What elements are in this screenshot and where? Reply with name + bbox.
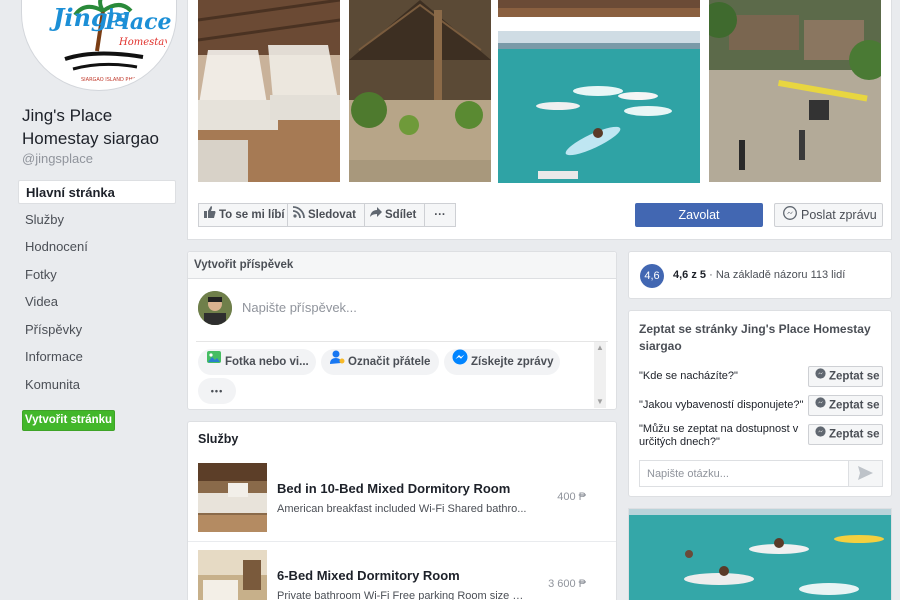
nav-item-services[interactable]: Služby bbox=[18, 208, 176, 236]
featured-photo[interactable] bbox=[628, 508, 892, 600]
follow-button[interactable]: Sledovat bbox=[287, 203, 365, 227]
ask-button[interactable]: Zeptat se bbox=[808, 366, 883, 387]
messenger-icon bbox=[815, 396, 826, 415]
services-title[interactable]: Služby bbox=[198, 432, 238, 446]
get-messages-chip[interactable]: Získejte zprávy bbox=[444, 349, 560, 375]
service-thumbnail[interactable] bbox=[198, 463, 267, 532]
page-nav: Hlavní stránka Služby Hodnocení Fotky Vi… bbox=[18, 180, 176, 400]
service-item[interactable]: 6-Bed Mixed Dormitory Room Private bathr… bbox=[188, 550, 616, 600]
cover-photo-dormitory[interactable] bbox=[198, 0, 340, 182]
composer-title: Vytvořit příspěvek bbox=[188, 252, 616, 279]
page-logo[interactable]: Jing's Place Homestay SIARGAO ISLAND PHI… bbox=[22, 0, 176, 90]
messenger-icon bbox=[815, 425, 826, 444]
services-section: Služby Bed in 10-Bed Mixed Dormitory Roo… bbox=[187, 421, 617, 600]
messenger-icon bbox=[452, 349, 468, 375]
composer-scrollbar[interactable]: ▲ ▼ bbox=[594, 342, 606, 408]
logo-text-line3: Homestay bbox=[118, 37, 170, 48]
like-button-label: To se mi líbí bbox=[219, 209, 285, 222]
nav-item-about[interactable]: Informace bbox=[18, 345, 176, 373]
question-text: "Kde se nacházíte?" bbox=[639, 370, 738, 382]
photo-video-label: Fotka nebo vi... bbox=[225, 356, 309, 369]
service-item[interactable]: Bed in 10-Bed Mixed Dormitory Room Ameri… bbox=[188, 463, 616, 543]
composer-input[interactable]: Napište příspěvek... bbox=[242, 300, 357, 315]
cover-photo-hut[interactable] bbox=[349, 0, 491, 182]
question-text: "Jakou vybaveností disponujete?" bbox=[639, 399, 804, 411]
more-options-chip[interactable]: ••• bbox=[198, 378, 236, 404]
ask-button[interactable]: Zeptat se bbox=[808, 395, 883, 416]
rating-basis: · Na základě názoru 113 lidí bbox=[709, 269, 846, 281]
nav-item-posts[interactable]: Příspěvky bbox=[18, 318, 176, 346]
ask-button-label: Zeptat se bbox=[829, 428, 880, 441]
service-thumbnail[interactable] bbox=[198, 550, 267, 600]
rating-summary: 4,6 z 5 · Na základě názoru 113 lidí bbox=[673, 269, 845, 281]
ask-button-label: Zeptat se bbox=[829, 370, 880, 383]
ask-title: Zeptat se stránky Jing's Place Homestay … bbox=[639, 322, 871, 353]
follow-button-label: Sledovat bbox=[308, 209, 356, 222]
post-composer: Vytvořit příspěvek Napište příspěvek... … bbox=[187, 251, 617, 410]
nav-item-photos[interactable]: Fotky bbox=[18, 263, 176, 291]
create-page-button[interactable]: Vytvořit stránku bbox=[22, 410, 115, 431]
service-description: American breakfast included Wi-Fi Shared… bbox=[277, 503, 527, 515]
service-name: 6-Bed Mixed Dormitory Room bbox=[277, 568, 460, 583]
tag-friends-label: Označit přátele bbox=[348, 356, 431, 369]
divider bbox=[188, 541, 616, 542]
cover-photos: To se mi líbí Sledovat Sdílet ··· Zavola… bbox=[187, 0, 892, 240]
rating-card[interactable]: 4,6 4,6 z 5 · Na základě názoru 113 lidí bbox=[628, 251, 892, 299]
ask-page-card: Zeptat se stránky Jing's Place Homestay … bbox=[628, 310, 892, 497]
question-input-wrapper bbox=[639, 460, 883, 487]
send-message-label: Poslat zprávu bbox=[801, 208, 877, 222]
nav-item-community[interactable]: Komunita bbox=[18, 373, 176, 401]
send-icon bbox=[858, 466, 873, 485]
nav-item-reviews[interactable]: Hodnocení bbox=[18, 235, 176, 263]
like-button[interactable]: To se mi líbí bbox=[198, 203, 288, 227]
messenger-icon bbox=[783, 205, 797, 227]
scroll-up-icon[interactable]: ▲ bbox=[594, 342, 606, 354]
question-input[interactable] bbox=[640, 461, 848, 486]
nav-item-home[interactable]: Hlavní stránka bbox=[18, 180, 176, 204]
service-price: 3 600 ₱ bbox=[548, 578, 586, 590]
logo-text-line2: Place bbox=[104, 9, 172, 35]
page-handle[interactable]: @jingsplace bbox=[22, 151, 93, 166]
photo-video-chip[interactable]: Fotka nebo vi... bbox=[198, 349, 316, 375]
page-name[interactable]: Jing's Place Homestay siargao bbox=[22, 104, 182, 150]
scroll-down-icon[interactable]: ▼ bbox=[594, 396, 606, 408]
cover-photo-surfers[interactable] bbox=[498, 31, 700, 183]
service-description: Private bathroom Wi-Fi Free parking Room… bbox=[277, 590, 527, 600]
ask-button-label: Zeptat se bbox=[829, 399, 880, 412]
send-message-button[interactable]: Poslat zprávu bbox=[774, 203, 883, 227]
messenger-icon bbox=[815, 367, 826, 386]
question-text: "Můžu se zeptat na dostupnost v určitých… bbox=[639, 423, 799, 448]
more-actions-button[interactable]: ··· bbox=[424, 203, 456, 227]
send-button[interactable] bbox=[848, 461, 882, 486]
logo-tagline: SIARGAO ISLAND PHILIP... bbox=[81, 77, 145, 83]
action-bar: To se mi líbí Sledovat Sdílet ··· Zavola… bbox=[188, 203, 891, 231]
service-price: 400 ₱ bbox=[557, 491, 586, 503]
service-name: Bed in 10-Bed Mixed Dormitory Room bbox=[277, 481, 511, 496]
share-arrow-icon bbox=[370, 204, 382, 226]
avatar[interactable] bbox=[198, 291, 232, 325]
get-messages-label: Získejte zprávy bbox=[471, 356, 554, 369]
photo-icon bbox=[206, 349, 222, 375]
rating-score: 4,6 z 5 bbox=[673, 269, 707, 281]
rss-icon bbox=[292, 204, 305, 226]
share-button-label: Sdílet bbox=[385, 209, 417, 222]
ask-button[interactable]: Zeptat se bbox=[808, 424, 883, 445]
share-button[interactable]: Sdílet bbox=[364, 203, 425, 227]
tag-people-icon bbox=[329, 349, 345, 375]
cover-photo-top[interactable] bbox=[498, 0, 700, 17]
thumbs-up-icon bbox=[204, 204, 216, 226]
rating-badge: 4,6 bbox=[640, 264, 664, 288]
divider bbox=[196, 341, 608, 342]
nav-item-videos[interactable]: Videa bbox=[18, 290, 176, 318]
cover-photo-village[interactable] bbox=[709, 0, 881, 182]
tag-friends-chip[interactable]: Označit přátele bbox=[321, 349, 439, 375]
call-button[interactable]: Zavolat bbox=[635, 203, 763, 227]
